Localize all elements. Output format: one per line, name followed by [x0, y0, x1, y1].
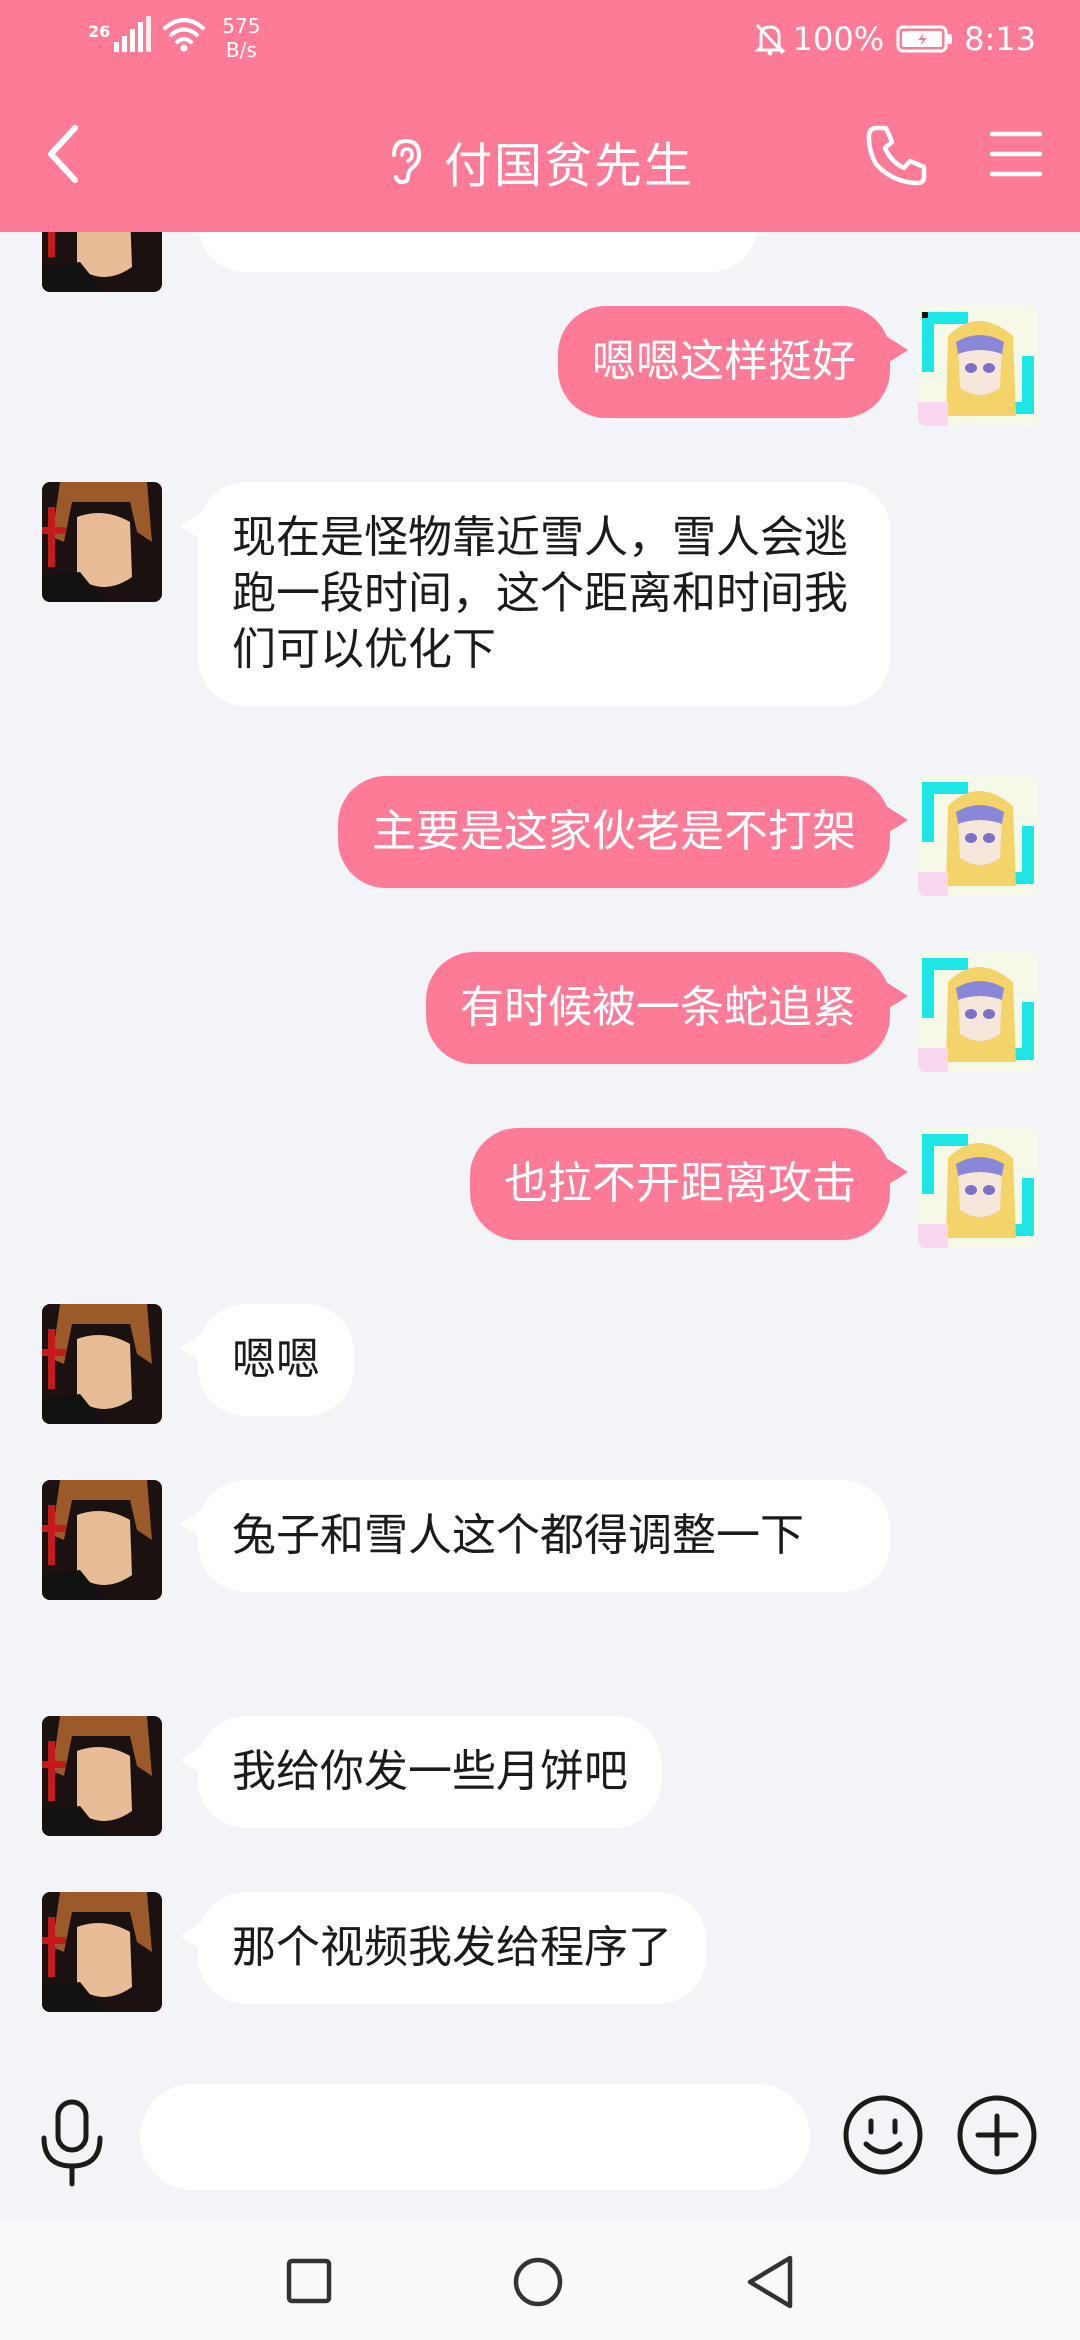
back-triangle-icon[interactable]: [744, 2254, 796, 2310]
message-bubble-incoming[interactable]: 我给你发一些月饼吧: [180, 1716, 662, 1828]
contact-avatar[interactable]: [42, 232, 162, 292]
microphone-icon: [41, 2099, 103, 2187]
contact-avatar[interactable]: [42, 482, 162, 602]
ear-icon: [391, 138, 421, 185]
top-bar: 26 575 B/s 100% 8:13 付国贫先生: [0, 0, 1080, 232]
my-avatar[interactable]: [918, 952, 1038, 1072]
contact-avatar[interactable]: [42, 1716, 162, 1836]
my-avatar[interactable]: [918, 776, 1038, 896]
nav-bar: 付国贫先生: [0, 80, 1080, 232]
bell-muted-icon: [754, 23, 786, 56]
network-speed-value: 575: [222, 14, 261, 38]
network-type: 26: [88, 22, 111, 41]
contact-avatar[interactable]: [42, 1480, 162, 1600]
emoji-button[interactable]: [842, 2094, 924, 2176]
status-left: 26 575 B/s: [88, 14, 260, 62]
message-bubble-outgoing[interactable]: 有时候被一条蛇追紧: [426, 952, 908, 1064]
contact-avatar[interactable]: [42, 1304, 162, 1424]
recents-icon[interactable]: [286, 2258, 332, 2304]
chat-screen: 26 575 B/s 100% 8:13 付国贫先生 嗯嗯这样挺好 现在是怪物靠…: [0, 0, 1080, 2340]
network-speed-unit: B/s: [225, 38, 257, 62]
call-button[interactable]: [862, 120, 932, 190]
message-bubble-incoming[interactable]: 现在是怪物靠近雪人，雪人会逃跑一段时间，这个距离和时间我们可以优化下: [180, 482, 890, 706]
message-bubble-incoming[interactable]: 嗯嗯: [180, 1304, 354, 1416]
input-bar: [0, 2070, 1080, 2220]
battery-percent: 100%: [792, 20, 885, 58]
message-list[interactable]: 嗯嗯这样挺好 现在是怪物靠近雪人，雪人会逃跑一段时间，这个距离和时间我们可以优化…: [0, 232, 1080, 2070]
smiley-icon: [843, 2095, 923, 2175]
message-bubble-partial: [198, 232, 758, 272]
message-bubble-incoming[interactable]: 兔子和雪人这个都得调整一下: [180, 1480, 890, 1592]
home-icon[interactable]: [512, 2256, 564, 2308]
message-input[interactable]: [140, 2084, 810, 2190]
contact-avatar[interactable]: [42, 1892, 162, 2012]
plus-button[interactable]: [956, 2094, 1038, 2176]
signal-icon: [114, 16, 152, 52]
wifi-icon: [163, 18, 206, 52]
message-bubble-outgoing[interactable]: 嗯嗯这样挺好: [558, 306, 908, 418]
message-bubble-incoming[interactable]: 那个视频我发给程序了: [180, 1892, 706, 2004]
plus-circle-icon: [957, 2095, 1037, 2175]
chat-title: 付国贫先生: [443, 138, 694, 194]
clock: 8:13: [964, 20, 1036, 58]
my-avatar[interactable]: [918, 306, 1038, 426]
phone-icon: [866, 125, 927, 186]
my-avatar[interactable]: [918, 1128, 1038, 1248]
status-right: 100% 8:13: [753, 20, 1036, 58]
message-bubble-outgoing[interactable]: 主要是这家伙老是不打架: [338, 776, 908, 888]
battery-icon: [896, 25, 953, 53]
message-bubble-outgoing[interactable]: 也拉不开距离攻击: [470, 1128, 908, 1240]
system-nav-bar: [0, 2220, 1080, 2340]
network-speed: 575 B/s: [222, 14, 260, 62]
hamburger-menu-icon: [989, 131, 1043, 177]
voice-button[interactable]: [36, 2098, 108, 2188]
menu-button[interactable]: [986, 124, 1046, 184]
status-bar: 26 575 B/s 100% 8:13: [0, 0, 1080, 80]
